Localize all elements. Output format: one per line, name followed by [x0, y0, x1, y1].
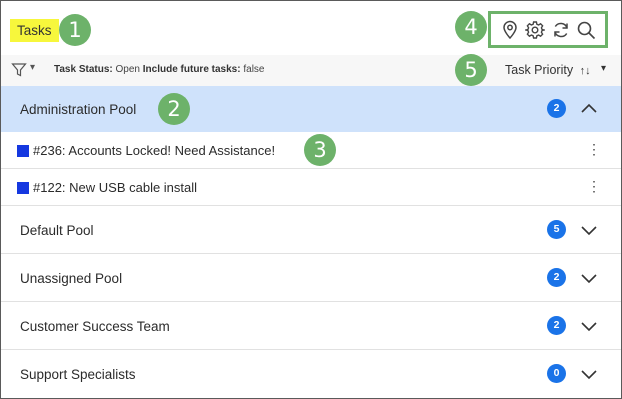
refresh-icon[interactable]	[550, 19, 572, 41]
pool-default[interactable]: Default Pool 5	[1, 206, 621, 254]
sort-label: Task Priority	[505, 63, 574, 77]
pool-administration[interactable]: Administration Pool 2 2	[1, 86, 621, 132]
pool-name: Support Specialists	[20, 367, 136, 382]
pool-count-badge: 2	[547, 99, 566, 118]
pool-count-badge: 5	[547, 220, 566, 239]
page-title: Tasks	[10, 19, 59, 42]
pool-count-badge: 0	[547, 364, 566, 383]
pool-unassigned[interactable]: Unassigned Pool 2	[1, 254, 621, 302]
pool-name: Default Pool	[20, 223, 94, 238]
pool-name: Customer Success Team	[20, 319, 170, 334]
location-pin-icon[interactable]	[499, 19, 521, 41]
pool-count-badge: 2	[547, 268, 566, 287]
task-label: #122: New USB cable install	[33, 180, 198, 195]
chevron-up-icon[interactable]	[580, 100, 598, 118]
filter-dropdown-icon[interactable]: ▾	[30, 62, 35, 73]
pool-count-badge: 2	[547, 316, 566, 335]
gear-icon[interactable]	[524, 19, 546, 41]
filter-summary: Task Status: Open Include future tasks: …	[54, 64, 264, 75]
callout-marker: 3	[304, 134, 336, 166]
more-options-icon[interactable]: ⋮	[587, 179, 601, 193]
callout-marker: 5	[455, 54, 487, 86]
filter-status-label: Task Status:	[54, 64, 113, 75]
chevron-down-icon[interactable]	[580, 269, 598, 287]
filter-status-value: Open	[115, 64, 140, 75]
task-row[interactable]: #236: Accounts Locked! Need Assistance! …	[1, 132, 621, 169]
sort-order-icon: ↑↓	[579, 65, 591, 77]
tasks-panel: Tasks 1 4 ▾ Task Status: Open Include fu…	[0, 0, 622, 399]
more-options-icon[interactable]: ⋮	[587, 142, 601, 156]
pool-customer-success-team[interactable]: Customer Success Team 2	[1, 302, 621, 350]
filter-future-label: Include future tasks:	[142, 64, 241, 75]
filter-future-value: false	[243, 64, 265, 75]
chevron-down-icon[interactable]	[580, 317, 598, 335]
task-marker	[17, 182, 29, 194]
sort-dropdown-icon[interactable]: ▾	[601, 63, 606, 74]
pool-name: Administration Pool	[20, 102, 137, 117]
filter-icon[interactable]	[11, 62, 27, 78]
callout-marker: 2	[158, 93, 190, 125]
header-actions	[488, 11, 608, 48]
callout-marker: 4	[455, 11, 487, 43]
panel-header: Tasks 1 4	[1, 1, 621, 55]
task-label: #236: Accounts Locked! Need Assistance!	[33, 143, 276, 158]
sort-selector[interactable]: Task Priority ↑↓	[505, 63, 591, 77]
search-icon[interactable]	[575, 19, 597, 41]
pool-name: Unassigned Pool	[20, 271, 123, 286]
pool-support-specialists[interactable]: Support Specialists 0	[1, 350, 621, 398]
chevron-down-icon[interactable]	[580, 365, 598, 383]
chevron-down-icon[interactable]	[580, 221, 598, 239]
callout-marker: 1	[59, 14, 91, 46]
task-marker	[17, 145, 29, 157]
filter-bar: ▾ Task Status: Open Include future tasks…	[1, 54, 621, 86]
task-row[interactable]: #122: New USB cable install ⋮	[1, 169, 621, 206]
